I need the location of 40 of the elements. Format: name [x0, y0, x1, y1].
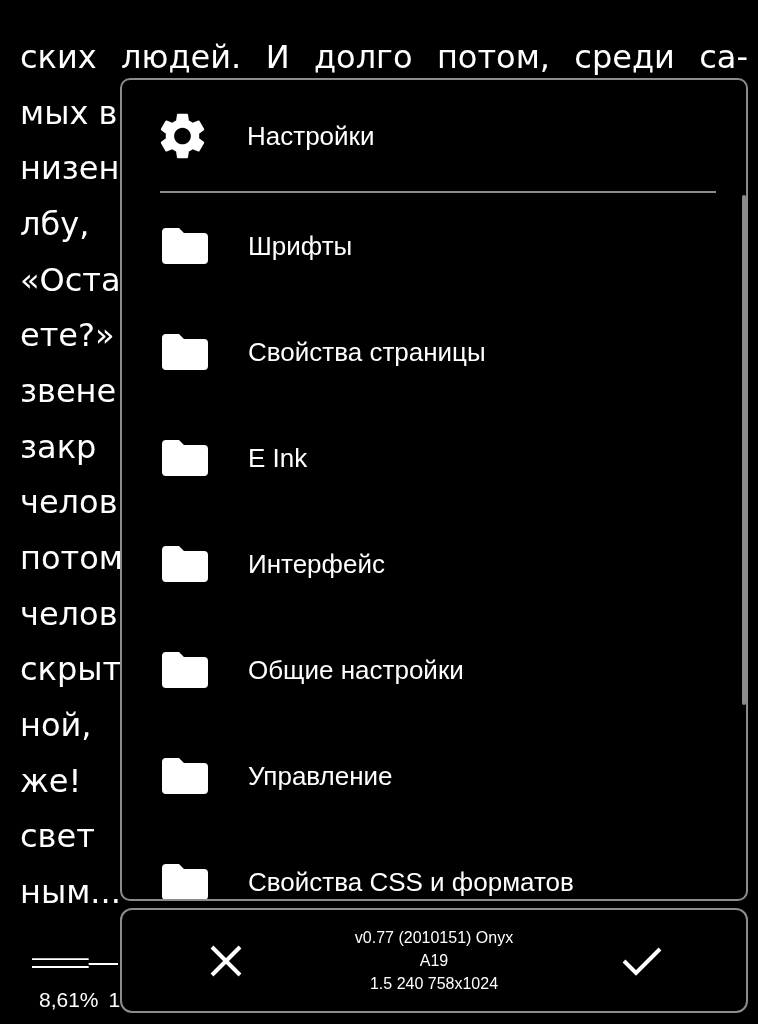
page-number: 1 [108, 988, 121, 1012]
gear-icon [160, 112, 205, 159]
book-text-line: ских людей. И долго потом, среди са- [20, 38, 748, 75]
folder-icon [162, 652, 208, 688]
book-text-line: ным... [20, 874, 121, 911]
book-text-line: ной, [20, 707, 92, 744]
close-icon [210, 944, 242, 977]
version-info-text: 1.5 240 758x1024 [369, 974, 499, 994]
settings-category-item[interactable]: Свойства страницы [122, 299, 742, 405]
folder-icon [162, 758, 208, 794]
book-text-line: челов [20, 484, 118, 521]
book-text-line: ете?» [20, 317, 115, 354]
settings-category-item[interactable]: Свойства CSS и форматов [122, 829, 742, 899]
version-info-text: A19 [419, 951, 449, 971]
folder-icon [162, 440, 208, 476]
book-text-line: свет [20, 818, 95, 855]
book-text-line: скрыт [20, 651, 122, 688]
book-text-line: потом [20, 540, 123, 577]
settings-category-item[interactable]: Шрифты [122, 193, 742, 299]
book-text-line: закр [20, 428, 97, 465]
folder-icon [162, 546, 208, 582]
book-text-line: «Оста [20, 261, 121, 298]
scrollbar-thumb[interactable] [742, 195, 746, 705]
checkmark-icon [622, 945, 662, 976]
folder-icon [162, 864, 208, 899]
settings-category-item[interactable]: Интерфейс [122, 511, 742, 617]
book-text-line: челов [20, 595, 118, 632]
book-text-line: звене [20, 372, 117, 409]
dialog-title: Настройки [247, 120, 375, 151]
version-info-text: v0.77 (2010151) Onyx [354, 928, 514, 948]
book-text-line: мых в [20, 94, 118, 131]
progress-percent: 8,61% [39, 988, 99, 1012]
book-text-line: же! [20, 762, 82, 799]
book-text-line: низен [20, 150, 120, 187]
settings-category-item[interactable]: Управление [122, 723, 742, 829]
folder-icon [162, 228, 208, 264]
settings-category-item[interactable]: E Ink [122, 405, 742, 511]
folder-icon [162, 334, 208, 370]
settings-category-item[interactable]: Общие настройки [122, 617, 742, 723]
book-text-line: лбу, [20, 205, 90, 242]
